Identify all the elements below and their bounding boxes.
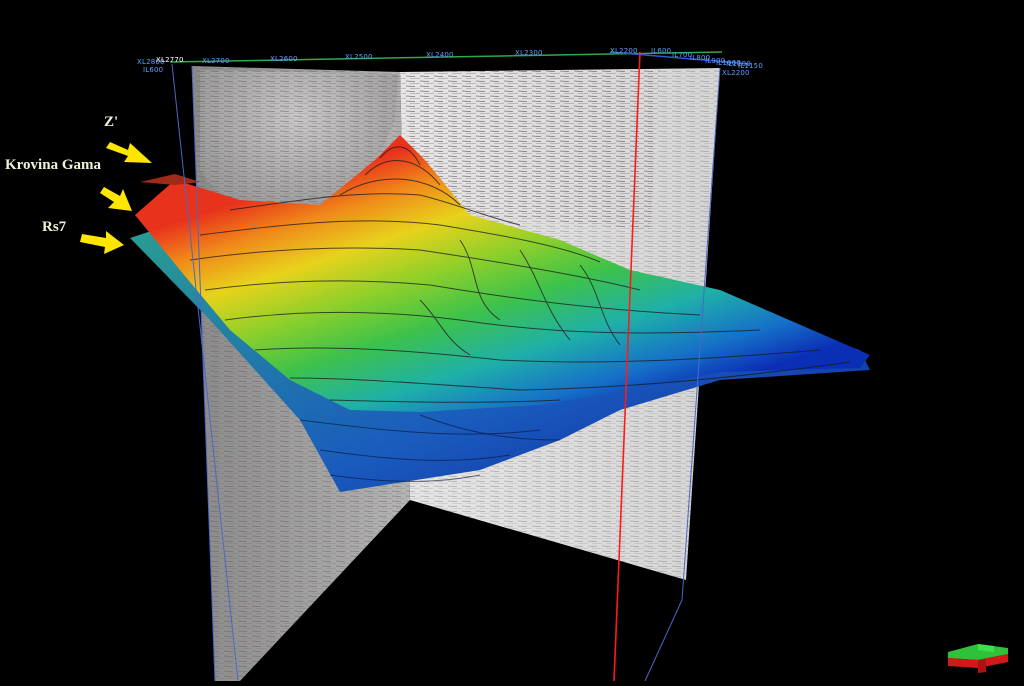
horizon-surface-z[interactable]: [140, 174, 200, 185]
yellow-arrow-icon: [106, 142, 152, 163]
axis-label-xl2200-right: XL2200: [722, 69, 750, 77]
orientation-cube-icon[interactable]: [942, 640, 1014, 674]
axis-label-xl2770: XL2770: [156, 56, 184, 64]
yellow-arrow-icon: [80, 231, 124, 254]
axis-label-xl2300: XL2300: [515, 49, 543, 57]
axis-label-xl2600: XL2600: [270, 55, 298, 63]
axis-label-xl2700: XL2700: [202, 57, 230, 65]
yellow-arrow-icon: [100, 187, 132, 211]
axis-label-xl2400: XL2400: [426, 51, 454, 59]
scene-canvas[interactable]: [0, 0, 1024, 682]
axis-label-il600-left: IL600: [143, 66, 164, 74]
label-horizon-krovina-gama: Krovina Gama: [5, 157, 101, 173]
axis-label-xl2500: XL2500: [345, 53, 373, 61]
axis-label-il600: IL600: [651, 47, 672, 55]
label-horizon-z: Z': [104, 114, 119, 130]
axis-label-xl2200: XL2200: [610, 47, 638, 55]
3d-seismic-viewport[interactable]: XL2800 XL2770 IL600 XL2700 XL2600 XL2500…: [0, 0, 1024, 682]
label-horizon-rs7: Rs7: [42, 219, 67, 235]
